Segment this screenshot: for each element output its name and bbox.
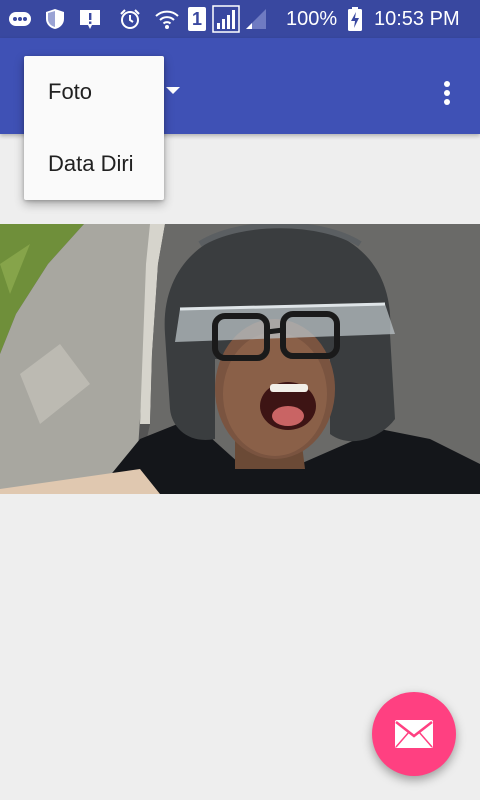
mail-fab-button[interactable] xyxy=(372,692,456,776)
more-vert-icon[interactable] xyxy=(432,78,462,108)
dropdown-arrow-icon[interactable] xyxy=(166,87,180,94)
alert-icon xyxy=(80,10,100,29)
wifi-icon xyxy=(155,10,179,29)
more-icon xyxy=(9,12,31,26)
clock: 10:53 PM xyxy=(374,8,460,30)
mail-icon xyxy=(395,720,433,748)
photo-illustration xyxy=(0,224,480,494)
dropdown-item-foto[interactable]: Foto xyxy=(24,56,164,128)
signal-icon xyxy=(212,5,240,33)
dropdown-item-data-diri[interactable]: Data Diri xyxy=(24,128,164,200)
signal-weak-icon xyxy=(246,9,266,29)
sim-1-icon: 1 xyxy=(188,7,206,31)
status-bar: 1 100% 10:53 PM xyxy=(0,0,480,38)
selfie-photo xyxy=(0,224,480,494)
alarm-icon xyxy=(120,9,140,29)
spinner-dropdown: Foto Data Diri xyxy=(24,56,164,200)
sim-slot-number: 1 xyxy=(191,9,202,29)
battery-charging-icon xyxy=(348,7,362,31)
battery-percentage: 100% xyxy=(286,8,338,30)
shield-icon xyxy=(46,9,64,29)
